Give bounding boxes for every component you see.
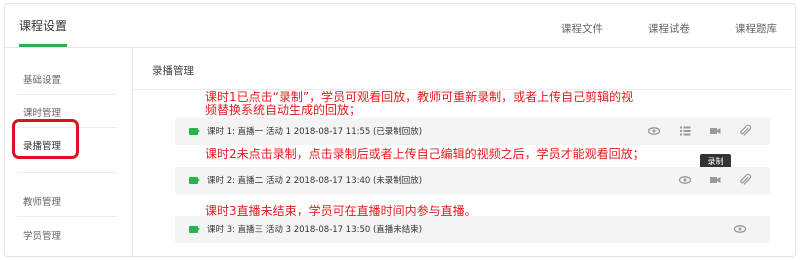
video-camera-icon xyxy=(189,177,200,184)
sidebar-divider xyxy=(17,94,117,95)
eye-icon[interactable] xyxy=(677,172,693,188)
eye-icon[interactable] xyxy=(732,221,748,237)
video-camera-icon[interactable] xyxy=(707,123,723,139)
sidebar-item-basic-settings[interactable]: 基础设置 xyxy=(23,72,61,86)
lesson-row-text: 课时 1: 直播一 活动 1 2018-08-17 11:55 (已录制回放) xyxy=(207,127,423,137)
tab-course-files[interactable]: 课程文件 xyxy=(561,21,603,36)
sidebar-divider xyxy=(17,172,117,173)
lesson-row-1[interactable]: 课时 1: 直播一 活动 1 2018-08-17 11:55 (已录制回放) xyxy=(175,118,770,145)
lesson-row-3[interactable]: 课时 3: 直播三 活动 3 2018-08-17 13:50 (直播未结束) xyxy=(175,216,770,243)
video-camera-icon[interactable] xyxy=(707,172,723,188)
sidebar-item-student-management[interactable]: 学员管理 xyxy=(23,228,61,242)
paperclip-icon[interactable] xyxy=(737,123,753,139)
tab-course-settings[interactable]: 课程设置 xyxy=(19,17,67,34)
page-title: 录播管理 xyxy=(152,65,194,77)
video-camera-icon xyxy=(189,226,200,233)
list-icon[interactable] xyxy=(677,123,693,139)
video-camera-icon xyxy=(189,128,200,135)
annotation-lesson-2: 课时2未点击录制，点击录制后或者上传自己编辑的视频之后，学员才能观看回放； xyxy=(205,147,645,161)
lesson-row-text: 课时 2: 直播二 活动 2 2018-08-17 13:40 (未录制回放) xyxy=(207,176,423,186)
eye-icon[interactable] xyxy=(646,123,662,139)
sidebar-highlight-box xyxy=(12,119,79,159)
tab-question-bank[interactable]: 课程题库 xyxy=(735,21,777,36)
sidebar-item-teacher-management[interactable]: 教师管理 xyxy=(23,194,61,208)
annotation-lesson-1-line-2: 频替换系统自动生成的回放； xyxy=(205,103,362,117)
sidebar-divider xyxy=(17,216,117,217)
lesson-row-text: 课时 3: 直播三 活动 3 2018-08-17 13:50 (直播未结束) xyxy=(207,225,423,235)
tab-course-exams[interactable]: 课程试卷 xyxy=(648,21,690,36)
lesson-row-2[interactable]: 课时 2: 直播二 活动 2 2018-08-17 13:40 (未录制回放) xyxy=(175,167,770,194)
sidebar-item-lesson-management[interactable]: 课时管理 xyxy=(23,105,61,119)
active-tab-indicator xyxy=(19,44,67,47)
paperclip-icon[interactable] xyxy=(737,172,753,188)
top-nav: 课程设置 课程文件 课程试卷 课程题库 xyxy=(5,4,795,48)
